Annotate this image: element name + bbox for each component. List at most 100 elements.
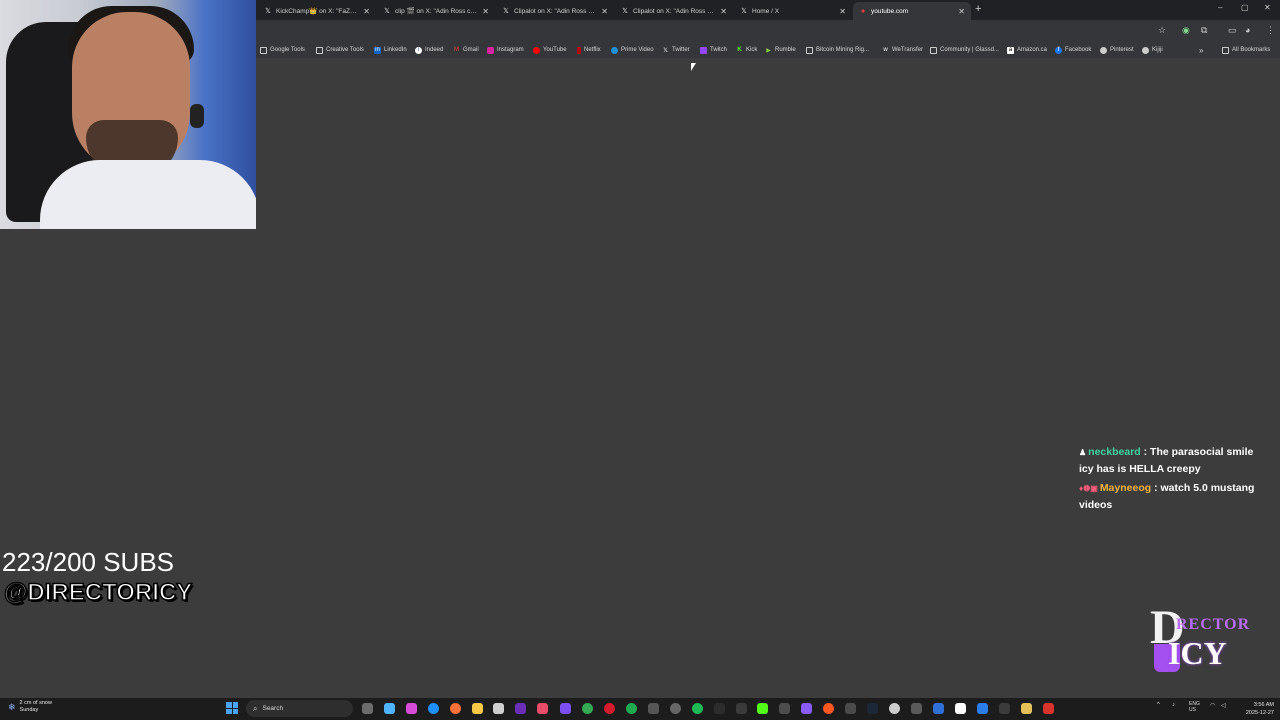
edge-icon[interactable] [428, 703, 439, 714]
x-logo-icon: 𝕏 [503, 8, 509, 15]
app-icon[interactable] [493, 703, 504, 714]
maximize-button[interactable]: ▢ [1241, 3, 1249, 12]
youtube-icon: ● [860, 7, 866, 15]
app-icon[interactable] [977, 703, 988, 714]
app-icon[interactable] [823, 703, 834, 714]
microphone-icon[interactable]: ♪ [1172, 702, 1175, 708]
bookmark-twitch[interactable]: Twitch [700, 44, 727, 56]
close-tab-icon[interactable]: ✕ [958, 7, 965, 16]
x-logo-icon[interactable] [955, 703, 966, 714]
app-icon[interactable] [889, 703, 900, 714]
extension-icon[interactable]: ◉ [1182, 25, 1190, 36]
close-window-button[interactable]: ✕ [1264, 3, 1271, 12]
app-icon[interactable] [406, 703, 417, 714]
app-icon[interactable] [933, 703, 944, 714]
app-icon[interactable] [911, 703, 922, 714]
tab-clipalot-1[interactable]: 𝕏 Clipalot on X: "Adin Ross was S ✕ [496, 2, 614, 20]
close-tab-icon[interactable]: ✕ [482, 7, 489, 16]
bookmark-facebook[interactable]: f Facebook [1055, 44, 1091, 56]
close-tab-icon[interactable]: ✕ [363, 7, 370, 16]
app-icon[interactable] [670, 703, 681, 714]
bookmark-instagram[interactable]: Instagram [487, 44, 524, 56]
app-icon[interactable] [801, 703, 812, 714]
bookmark-glassdoor[interactable]: Community | Glassd... [930, 44, 999, 56]
bookmark-indeed[interactable]: i Indeed [415, 44, 443, 56]
bookmark-gmail[interactable]: M Gmail [453, 44, 479, 56]
app-icon[interactable] [537, 703, 548, 714]
firefox-icon[interactable] [450, 703, 461, 714]
bookmark-kijiji[interactable]: Kijiji [1142, 44, 1163, 56]
tab-youtube[interactable]: ● youtube.com ✕ [853, 2, 971, 20]
logo-icy: ICY [1168, 635, 1227, 671]
app-icon[interactable] [515, 703, 526, 714]
x-logo-icon: 𝕏 [384, 8, 390, 15]
x-logo-icon: 𝕏 [265, 8, 271, 15]
bookmark-pinterest[interactable]: Pinterest [1100, 44, 1134, 56]
bookmark-amazon[interactable]: a Amazon.ca [1007, 44, 1047, 56]
twitch-icon [700, 46, 707, 54]
app-icon[interactable] [648, 703, 659, 714]
task-view-icon[interactable] [362, 703, 373, 714]
weather-widget[interactable]: ❄ 2 cm of snow Sunday [8, 700, 52, 714]
taskbar-search[interactable]: ⌕ Search [246, 700, 353, 717]
system-clock[interactable]: 3:56 AM 2025-12-27 [1238, 701, 1274, 717]
kick-icon[interactable] [757, 703, 768, 714]
bookmark-linkedin[interactable]: in LinkedIn [374, 44, 407, 56]
new-tab-button[interactable]: + [975, 3, 981, 15]
browser-tab-strip: 𝕏 KickChamp👑 on X: "FaZe Banks ✕ 𝕏 clip … [256, 0, 1280, 20]
indeed-icon: i [415, 46, 422, 54]
opera-icon[interactable] [604, 703, 615, 714]
app-icon[interactable] [736, 703, 747, 714]
tray-overflow-icon[interactable]: ^ [1157, 702, 1160, 708]
bookmark-twitter[interactable]: 𝕏 Twitter [662, 44, 690, 56]
close-tab-icon[interactable]: ✕ [601, 7, 608, 16]
app-icon[interactable] [1021, 703, 1032, 714]
facebook-icon: f [1055, 46, 1062, 54]
close-tab-icon[interactable]: ✕ [720, 7, 727, 16]
close-tab-icon[interactable]: ✕ [839, 7, 846, 16]
spotify-icon[interactable] [692, 703, 703, 714]
steam-icon[interactable] [867, 703, 878, 714]
app-icon[interactable] [1043, 703, 1054, 714]
tab-title: KickChamp👑 on X: "FaZe Banks [276, 8, 359, 15]
language-indicator[interactable]: ENG US [1189, 701, 1200, 713]
app-icon[interactable] [845, 703, 856, 714]
tab-kickchamp[interactable]: 𝕏 KickChamp👑 on X: "FaZe Banks ✕ [258, 2, 376, 20]
bookmark-youtube[interactable]: YouTube [533, 44, 567, 56]
all-bookmarks-button[interactable]: All Bookmarks [1222, 44, 1270, 56]
bookmark-creative-tools[interactable]: Creative Tools [316, 44, 364, 56]
grammarly-icon[interactable] [626, 703, 637, 714]
tab-home-x[interactable]: 𝕏 Home / X ✕ [734, 2, 852, 20]
bookmark-rumble[interactable]: ▶ Rumble [765, 44, 796, 56]
chat-message: ♟ neckbeard : The parasocial smile icy ha… [1079, 444, 1264, 477]
bookmark-bitcoin-mining[interactable]: Bitcoin Mining Rig... [806, 44, 869, 56]
tab-clip[interactable]: 𝕏 clip 🎬 on X: "Adin Ross calls h ✕ [377, 2, 495, 20]
app-icon[interactable] [779, 703, 790, 714]
tab-clipalot-2[interactable]: 𝕏 Clipalot on X: "Adin Ross was S ✕ [615, 2, 733, 20]
page-content-blank [256, 58, 1280, 698]
volume-icon[interactable]: ◁ [1221, 702, 1226, 709]
bookmark-wetransfer[interactable]: w WeTransfer [882, 44, 923, 56]
bookmark-prime-video[interactable]: Prime Video [611, 44, 654, 56]
profile-avatar-icon[interactable]: ◕ [1245, 25, 1250, 35]
file-explorer-icon[interactable] [472, 703, 483, 714]
app-icon[interactable] [560, 703, 571, 714]
app-icon[interactable] [714, 703, 725, 714]
bookmark-netflix[interactable]: Netflix [577, 44, 601, 56]
bookmark-google-tools[interactable]: Google Tools [260, 44, 305, 56]
more-bookmarks-button[interactable]: » [1199, 44, 1203, 56]
browser-menu-icon[interactable]: ⋮ [1266, 25, 1275, 36]
bookmarks-bar: Google Tools Creative Tools in LinkedIn i… [256, 42, 1280, 58]
chrome-icon[interactable] [582, 703, 593, 714]
extensions-puzzle-icon[interactable]: ⧉ [1201, 25, 1207, 36]
wifi-icon[interactable]: ◠ [1210, 702, 1215, 709]
app-icon[interactable] [999, 703, 1010, 714]
start-menu-icon[interactable] [226, 702, 238, 714]
logo-rector: RECTOR [1176, 616, 1251, 633]
weather-day: Sunday [19, 707, 39, 713]
copilot-icon[interactable] [384, 703, 395, 714]
bookmark-star-icon[interactable]: ☆ [1158, 25, 1166, 36]
bookmark-kick[interactable]: K Kick [736, 44, 757, 56]
cast-icon[interactable]: ▭ [1228, 25, 1237, 36]
minimize-button[interactable]: – [1218, 3, 1222, 12]
